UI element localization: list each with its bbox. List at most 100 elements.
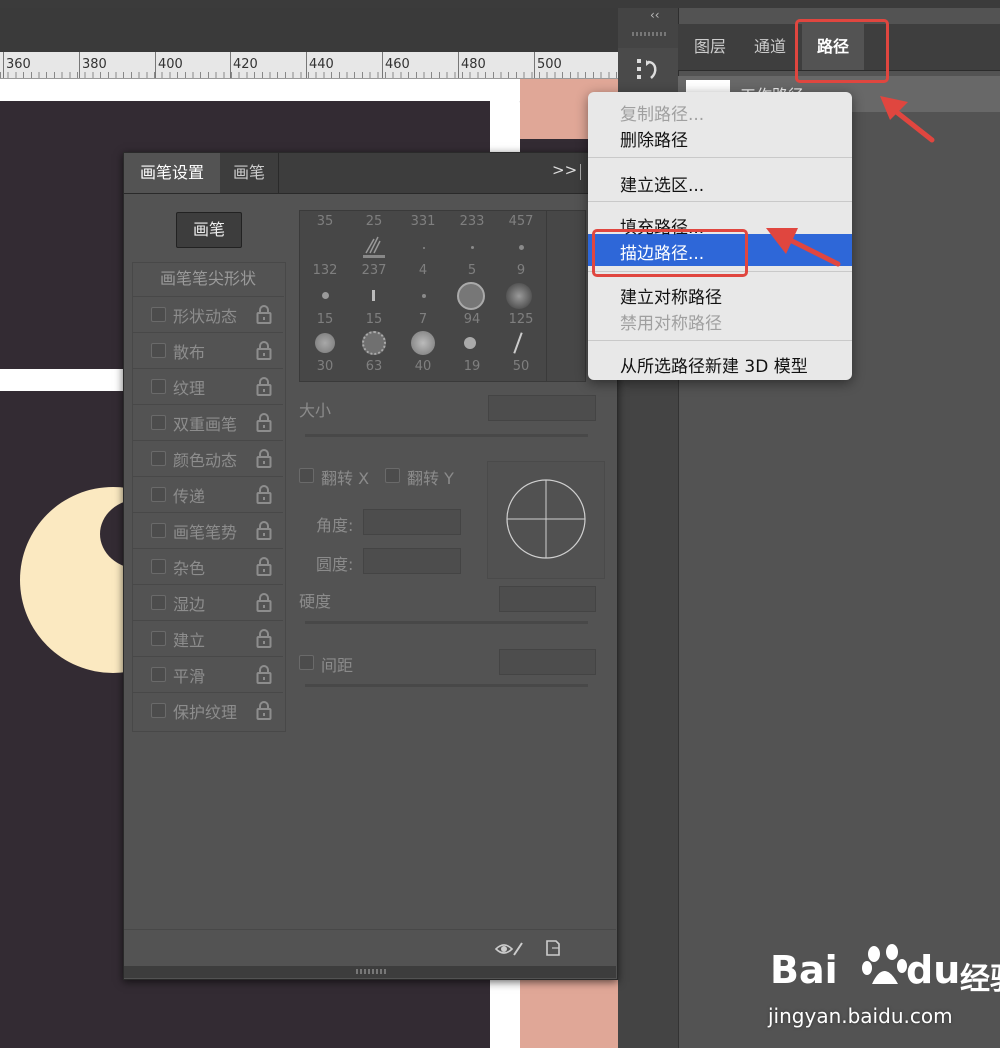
option-label: 建立: [173, 631, 206, 650]
flip-x-checkbox[interactable]: [299, 468, 314, 483]
checkbox[interactable]: [151, 523, 166, 538]
checkbox[interactable]: [151, 559, 166, 574]
checkbox[interactable]: [151, 451, 166, 466]
checkbox[interactable]: [151, 631, 166, 646]
option-label: 湿边: [173, 595, 206, 614]
brush-presets-button[interactable]: 画笔: [176, 212, 242, 248]
menu-separator: [588, 340, 852, 341]
option-color-dynamics[interactable]: 颜色动态: [133, 440, 283, 477]
baidu-watermark: Bai du 经验: [770, 944, 1000, 1004]
angle-crosshair-icon: [506, 479, 586, 559]
spacing-input[interactable]: [499, 649, 596, 675]
tab-brush-settings[interactable]: 画笔设置: [124, 153, 220, 193]
checkbox[interactable]: [151, 595, 166, 610]
tip-size-label: 237: [361, 263, 387, 278]
ruler-label: 380: [82, 57, 107, 72]
angle-input[interactable]: [363, 509, 461, 535]
option-brush-pose[interactable]: 画笔笔势: [133, 512, 283, 549]
menu-item-make-selection[interactable]: 建立选区...: [620, 171, 704, 196]
option-label: 保护纹理: [173, 703, 238, 722]
ruler-label: 500: [537, 57, 562, 72]
lock-icon[interactable]: [255, 412, 273, 432]
option-dual-brush[interactable]: 双重画笔: [133, 404, 283, 441]
tip-size-label: 94: [463, 312, 481, 327]
size-slider[interactable]: [305, 434, 588, 437]
checkbox[interactable]: [151, 307, 166, 322]
lock-icon[interactable]: [255, 520, 273, 540]
lock-icon[interactable]: [255, 592, 273, 612]
size-input[interactable]: [488, 395, 596, 421]
option-label: 平滑: [173, 667, 206, 686]
flip-x-label: 翻转 X: [321, 469, 370, 488]
hardness-slider[interactable]: [305, 621, 588, 624]
lock-icon[interactable]: [255, 628, 273, 648]
lock-icon[interactable]: [255, 556, 273, 576]
ruler-label: 460: [385, 57, 410, 72]
option-noise[interactable]: 杂色: [133, 548, 283, 585]
option-shape-dynamics[interactable]: 形状动态: [133, 296, 283, 333]
option-texture[interactable]: 纹理: [133, 368, 283, 405]
menu-item-duplicate-path[interactable]: 复制路径...: [620, 100, 704, 125]
spacing-label: 间距: [321, 656, 354, 675]
flip-y-checkbox[interactable]: [385, 468, 400, 483]
angle-label: 角度:: [316, 516, 354, 535]
checkbox[interactable]: [151, 343, 166, 358]
checkbox[interactable]: [151, 667, 166, 682]
tip-size-label: 25: [365, 214, 383, 229]
tip-size-label: 5: [467, 263, 477, 278]
hardness-input[interactable]: [499, 586, 596, 612]
baidu-url: jingyan.baidu.com: [768, 1004, 953, 1028]
tip-size-label: 7: [418, 312, 428, 327]
brush-tip-shape-item[interactable]: 画笔笔尖形状: [132, 262, 284, 297]
checkbox[interactable]: [151, 487, 166, 502]
spacing-slider[interactable]: [305, 684, 588, 687]
checkbox[interactable]: [151, 379, 166, 394]
lock-icon[interactable]: [255, 376, 273, 396]
spacing-checkbox[interactable]: [299, 655, 314, 670]
lock-icon[interactable]: [255, 340, 273, 360]
panel-resize-grip[interactable]: [124, 966, 616, 978]
lock-icon[interactable]: [255, 700, 273, 720]
new-brush-icon[interactable]: [544, 938, 562, 958]
option-wet-edges[interactable]: 湿边: [133, 584, 283, 621]
tip-size-label: 132: [312, 263, 338, 278]
history-icon[interactable]: [634, 56, 662, 84]
menu-item-new-3d-model[interactable]: 从所选路径新建 3D 模型: [620, 352, 808, 377]
options-bar: [0, 8, 618, 52]
ruler-label: 360: [6, 57, 31, 72]
tip-size-label: 30: [316, 359, 334, 374]
option-label: 画笔笔势: [173, 523, 238, 542]
annotation-arrow-icon: [766, 228, 841, 267]
option-scattering[interactable]: 散布: [133, 332, 283, 369]
ruler-minor-ticks: [0, 72, 618, 78]
option-label: 杂色: [173, 559, 206, 578]
checkbox[interactable]: [151, 703, 166, 718]
lock-icon[interactable]: [255, 448, 273, 468]
option-transfer[interactable]: 传递: [133, 476, 283, 513]
checkbox[interactable]: [151, 415, 166, 430]
brush-tip-grid[interactable]: 35 25 331 233 457 132 237 4 5 9 15 15 7 …: [299, 210, 586, 382]
menu-separator: [588, 157, 852, 158]
lock-icon[interactable]: [255, 484, 273, 504]
tab-layers[interactable]: 图层: [682, 24, 738, 70]
collapse-panels-icon[interactable]: ‹‹: [650, 8, 660, 22]
tab-brush[interactable]: 画笔: [220, 153, 279, 193]
option-protect-texture[interactable]: 保护纹理: [133, 692, 283, 728]
preview-toggle-icon[interactable]: [494, 939, 524, 959]
panel-more-icon[interactable]: >>: [552, 161, 577, 179]
menu-item-make-symmetry-path[interactable]: 建立对称路径: [620, 283, 722, 308]
tab-channels[interactable]: 通道: [740, 24, 800, 70]
size-label: 大小: [299, 401, 332, 420]
option-smoothing[interactable]: 平滑: [133, 656, 283, 693]
roundness-label: 圆度:: [316, 555, 354, 574]
baidu-paw-icon: [862, 944, 907, 984]
menu-item-delete-path[interactable]: 删除路径: [620, 126, 688, 151]
ruler-label: 420: [233, 57, 258, 72]
roundness-input[interactable]: [363, 548, 461, 574]
lock-icon[interactable]: [255, 664, 273, 684]
brush-angle-preview[interactable]: [487, 461, 605, 579]
tip-stamp-icon[interactable]: [360, 233, 388, 261]
option-build-up[interactable]: 建立: [133, 620, 283, 657]
lock-icon[interactable]: [255, 304, 273, 324]
menu-item-disable-symmetry-path[interactable]: 禁用对称路径: [620, 309, 722, 334]
